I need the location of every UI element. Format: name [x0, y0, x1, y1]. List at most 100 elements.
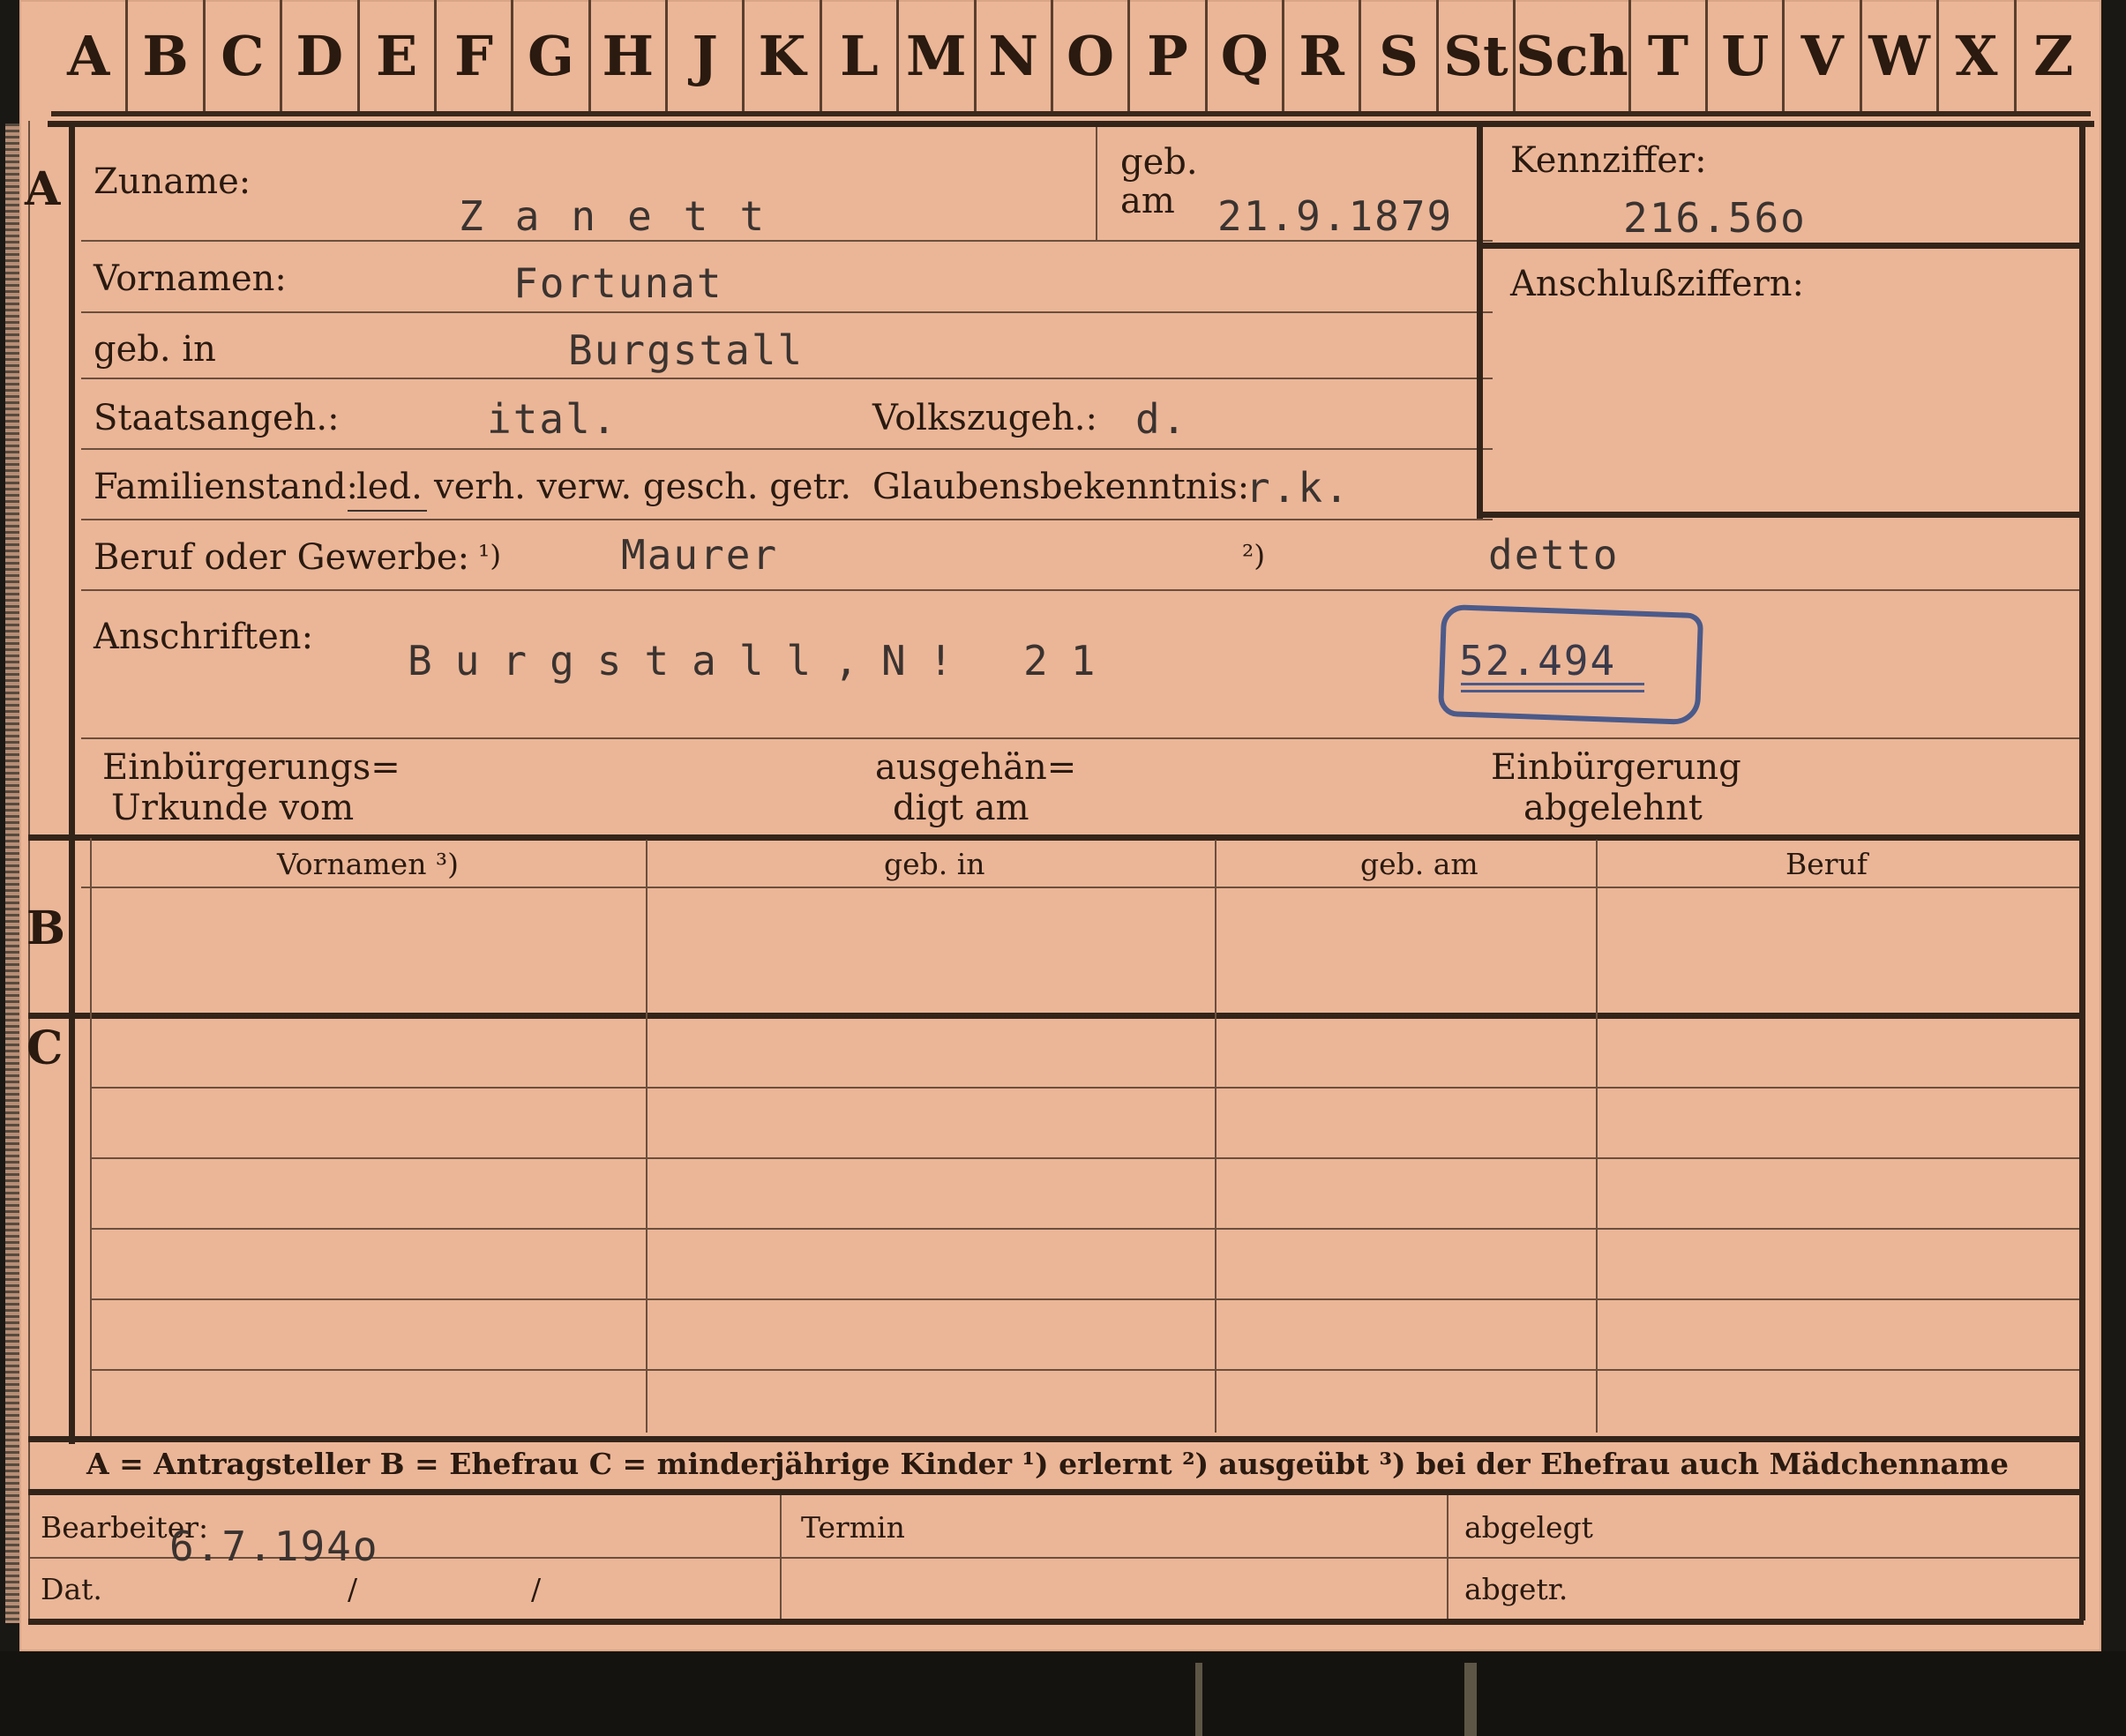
label-einbuergerung-1: Einbürgerungs=: [102, 747, 400, 788]
alphabet-tab-sch: Sch: [1516, 0, 1631, 111]
value-bearbeiter-date: 6.7.194o: [169, 1523, 379, 1570]
double-underline: [1461, 690, 1644, 692]
section-divider: [28, 834, 2079, 841]
col-header-vornamen: Vornamen ³): [277, 847, 460, 881]
slash-1: /: [348, 1572, 358, 1606]
col-header-geb-in: geb. in: [884, 847, 985, 881]
row-line: [90, 1228, 2079, 1230]
label-geb-am-1: geb.: [1120, 142, 1198, 183]
box-line: [1477, 512, 2079, 518]
value-beruf-ausgeuebt: detto: [1488, 531, 1620, 579]
alphabet-tab-v: V: [1785, 0, 1862, 111]
alphabet-tab-j: J: [668, 0, 745, 111]
label-glaubensbekenntnis: Glaubensbekenntnis:: [872, 467, 1250, 507]
alphabet-tab-r: R: [1284, 0, 1362, 111]
label-staatsangeh: Staatsangeh.:: [94, 398, 340, 438]
section-letter-c: C: [26, 1021, 64, 1075]
row-line: [81, 378, 1493, 379]
label-abgetr: abgetr.: [1464, 1572, 1568, 1606]
led-underline: [348, 510, 427, 512]
alphabet-tab-f: F: [437, 0, 514, 111]
alphabet-tab-c: C: [206, 0, 283, 111]
alphabet-tab-t: T: [1631, 0, 1709, 111]
section-divider: [28, 1013, 2079, 1019]
col-line: [1215, 840, 1216, 1433]
legend: A = Antragsteller B = Ehefrau C = minder…: [86, 1447, 2009, 1481]
value-anschrift: Burgstall,N! 21: [408, 637, 1119, 685]
label-familienstand: Familienstand:: [94, 467, 358, 507]
label-ausgehaendigt-1: ausgehän=: [875, 747, 1077, 788]
label-fam-rest: verh. verw. gesch. getr.: [434, 467, 852, 507]
frame-line: [48, 121, 2094, 127]
row-line: [81, 737, 2079, 739]
alphabet-tab-h: H: [591, 0, 668, 111]
divider: [1096, 127, 1097, 240]
background-stripe: [1195, 1663, 1202, 1736]
alphabet-tab-g: G: [513, 0, 591, 111]
frame-line: [2079, 121, 2085, 1620]
alphabet-tab-q: Q: [1208, 0, 1284, 111]
frame-line: [69, 121, 75, 1444]
registration-card: A B C D E F G H J K L M N O P Q R S St Sch T U V W X Z A B C Zuna…: [19, 0, 2101, 1651]
alphabet-tab-a: A: [51, 0, 129, 111]
frame-line: [28, 1619, 2084, 1625]
label-anschlussziffern: Anschlußziffern:: [1510, 264, 1804, 304]
section-divider: [28, 1489, 2079, 1495]
label-volkszugeh: Volkszugeh.:: [872, 398, 1097, 438]
label-kennziffer: Kennziffer:: [1510, 140, 1707, 181]
label-termin: Termin: [801, 1510, 905, 1545]
alphabet-tab-k: K: [745, 0, 822, 111]
value-beruf-erlernt: Maurer: [621, 531, 779, 579]
row-line: [81, 519, 1493, 520]
label-fam-led: led.: [356, 467, 423, 507]
double-underline: [1461, 683, 1644, 685]
alphabet-tab-x: X: [1939, 0, 2017, 111]
value-geb-in: Burgstall: [568, 326, 805, 374]
row-line: [90, 1298, 2079, 1300]
row-line: [90, 1369, 2079, 1371]
col-line: [1596, 840, 1598, 1433]
section-letter-a: A: [25, 162, 61, 216]
alphabet-tab-u: U: [1708, 0, 1785, 111]
alphabet-tab-o: O: [1053, 0, 1131, 111]
label-geb-am-2: am: [1120, 181, 1175, 221]
background-strip: [0, 1651, 2126, 1736]
background-stripe: [1464, 1663, 1477, 1736]
row-line: [81, 311, 1493, 313]
value-vornamen: Fortunat: [513, 259, 723, 307]
label-beruf: Beruf oder Gewerbe:: [94, 537, 470, 578]
alphabet-tab-p: P: [1130, 0, 1208, 111]
label-anschriften: Anschriften:: [94, 617, 314, 657]
row-line: [81, 448, 1493, 450]
alphabet-tab-l: L: [822, 0, 900, 111]
footnote-2: ²): [1242, 538, 1266, 572]
label-zuname: Zuname:: [94, 161, 251, 202]
value-volkszugeh: d.: [1135, 395, 1188, 443]
row-line: [90, 1157, 2079, 1159]
label-abgelegt: abgelegt: [1464, 1510, 1593, 1545]
row-line: [81, 589, 2079, 591]
value-glaubensbekenntnis: r.k.: [1246, 464, 1351, 512]
footnote-1: ¹): [478, 538, 502, 572]
label-abgelehnt-1: Einbürgerung: [1491, 747, 1741, 788]
label-geb-in: geb. in: [94, 329, 216, 370]
label-einbuergerung-2: Urkunde vom: [111, 788, 355, 828]
frame-line: [28, 121, 30, 1620]
row-line: [81, 240, 1493, 242]
row-line: [81, 887, 2079, 888]
value-kennziffer: 216.56o: [1623, 194, 1807, 242]
row-line: [90, 1087, 2079, 1089]
alphabet-tab-w: W: [1862, 0, 1940, 111]
alphabet-tab-b: B: [128, 0, 206, 111]
alphabet-tab-d: D: [282, 0, 360, 111]
alphabet-tab-e: E: [360, 0, 437, 111]
alphabet-tab-z: Z: [2033, 23, 2074, 88]
alphabet-tab-n: N: [977, 0, 1053, 111]
alphabet-index-tabs: A B C D E F G H J K L M N O P Q R S St Sch T U V W X Z: [51, 0, 2091, 116]
box-line: [1477, 243, 2079, 249]
value-zuname: Zanett: [459, 192, 797, 240]
alphabet-tab-m: M: [899, 0, 977, 111]
label-ausgehaendigt-2: digt am: [893, 788, 1029, 828]
col-line: [646, 840, 648, 1433]
value-geb-am: 21.9.1879: [1217, 192, 1454, 240]
